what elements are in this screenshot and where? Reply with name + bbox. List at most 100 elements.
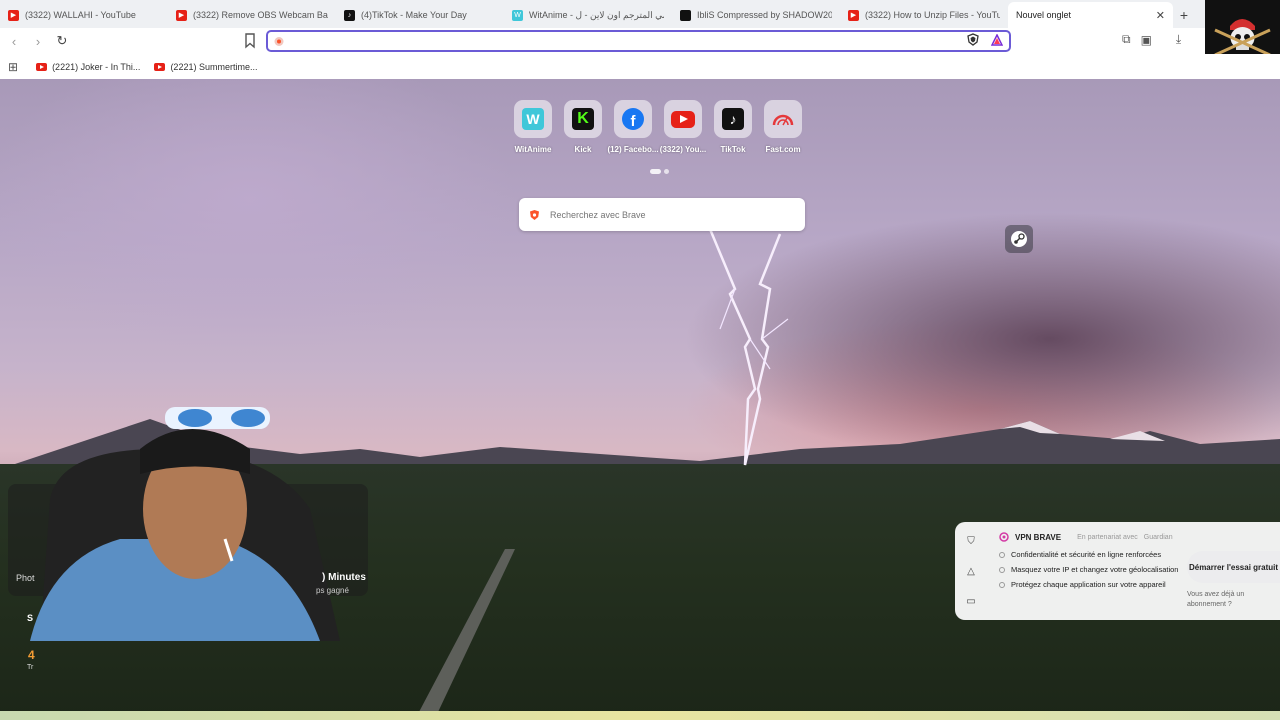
brave-shields-icon[interactable] xyxy=(967,33,979,46)
youtube-icon xyxy=(671,110,695,128)
tile-icon-box: f xyxy=(614,100,652,138)
brave-rewards-icon[interactable] xyxy=(991,33,1003,46)
shield-icon[interactable]: ⛉ xyxy=(967,536,975,547)
tile-icon-box xyxy=(664,100,702,138)
address-bar-actions xyxy=(967,33,1003,46)
kick-icon: K xyxy=(572,108,594,130)
black-square-icon xyxy=(680,9,691,21)
vpn-sidebar: ⛉ △ ▭ xyxy=(955,522,987,620)
top-sites: W WitAnime K Kick f (12) Facebo... (3322… xyxy=(514,100,802,154)
tiktok-icon: ♪ xyxy=(344,9,355,21)
youtube-icon: ▶ xyxy=(848,9,859,21)
youtube-icon: ▶ xyxy=(176,9,187,21)
search-box[interactable] xyxy=(519,198,805,231)
lightning-bolt xyxy=(708,229,789,466)
top-site-youtube[interactable]: (3322) You... xyxy=(660,100,706,154)
vpn-feature-text: Protégez chaque application sur votre ap… xyxy=(1011,580,1166,589)
tab-0[interactable]: ▶ (3322) WALLAHI - YouTube xyxy=(0,2,168,28)
tiktok-icon: ♪ xyxy=(722,108,744,130)
top-sites-pagination[interactable] xyxy=(650,169,669,174)
window-icon[interactable]: ▭ xyxy=(966,596,975,607)
top-site-witanime[interactable]: W WitAnime xyxy=(514,100,552,154)
tile-icon-box: W xyxy=(514,100,552,138)
vpn-promo-card: ⛉ △ ▭ VPN BRAVE En partenariat avec Guar… xyxy=(955,522,1280,620)
extensions-icon[interactable]: ⧉ xyxy=(1122,32,1131,47)
tile-icon-box xyxy=(764,100,802,138)
overlay-text: Phot xyxy=(16,573,35,583)
start-trial-button[interactable]: Démarrer l'essai gratuit xyxy=(1187,551,1280,583)
download-icon[interactable]: ⤓ xyxy=(1176,32,1181,47)
already-subscribed-link[interactable]: Vous avez déjà un abonnement ? xyxy=(1187,590,1267,610)
vpn-features: Confidentialité et sécurité en ligne ren… xyxy=(999,550,1184,590)
reload-icon: ↻ xyxy=(56,33,68,48)
bookmark-item[interactable]: (2221) Summertime... xyxy=(154,62,257,72)
guardian-logo: Guardian xyxy=(1143,533,1173,541)
tab-label: IbliS Compressed by SHADOW2096 xyxy=(697,10,832,20)
back-button[interactable]: ‹ xyxy=(4,31,24,51)
tab-2[interactable]: ♪ (4)TikTok - Make Your Day xyxy=(336,2,504,28)
address-input[interactable] xyxy=(292,35,1009,47)
top-site-facebook[interactable]: f (12) Facebo... xyxy=(607,100,659,154)
youtube-icon xyxy=(154,62,166,71)
bookmark-label: (2221) Summertime... xyxy=(170,61,258,72)
bookmark-icon[interactable] xyxy=(244,33,256,49)
tab-4[interactable]: IbliS Compressed by SHADOW2096 xyxy=(672,2,840,28)
top-site-fastcom[interactable]: Fast.com xyxy=(764,100,802,154)
fastcom-icon xyxy=(772,114,794,126)
bookmark-item[interactable]: (2221) Joker - In Thi... xyxy=(36,62,140,72)
facebook-icon: f xyxy=(622,108,644,130)
steam-button[interactable] xyxy=(1005,225,1033,253)
tab-new-tab[interactable]: Nouvel onglet ✕ xyxy=(1008,2,1173,28)
overlay-value: 4 xyxy=(28,648,35,662)
new-tab-button[interactable]: + xyxy=(1173,2,1195,28)
top-site-tiktok[interactable]: ♪ TikTok xyxy=(714,100,752,154)
top-site-label: Fast.com xyxy=(765,145,801,154)
webcam-person xyxy=(30,407,340,641)
bullet-icon xyxy=(999,552,1005,558)
road-background xyxy=(414,549,515,720)
vpn-title: VPN BRAVE xyxy=(1015,532,1062,542)
vpn-header: VPN BRAVE En partenariat avec Guardian xyxy=(999,532,1173,542)
youtube-icon xyxy=(36,62,48,71)
tab-label: (3322) WALLAHI - YouTube xyxy=(25,10,136,20)
tab-label: WitAnime - الانمي المترجم اون لاين - ل xyxy=(529,9,664,20)
toolbar-actions: ⧉ ▣ ⤓ xyxy=(1122,32,1181,47)
reload-button[interactable]: ↻ xyxy=(52,31,72,51)
tab-label: (3322) How to Unzip Files - YouTube xyxy=(865,10,1000,20)
top-site-kick[interactable]: K Kick xyxy=(564,100,602,154)
toolbar: ‹ › ↻ ⧉ ▣ ⤓ xyxy=(0,28,1205,54)
vpn-icon xyxy=(999,532,1009,542)
brave-lion-icon xyxy=(274,36,284,46)
vpn-feature: Masquez votre IP et changez votre géoloc… xyxy=(999,565,1184,575)
brave-lion-icon xyxy=(530,209,539,220)
vpn-feature-text: Confidentialité et sécurité en ligne ren… xyxy=(1011,550,1162,559)
triangle-icon[interactable]: △ xyxy=(967,566,975,577)
chevron-right-icon: › xyxy=(35,33,41,49)
bookmarks-bar: ⊞ (2221) Joker - In Thi... (2221) Summer… xyxy=(0,54,1280,79)
bullet-icon xyxy=(999,582,1005,588)
bookmark-label: (2221) Joker - In Thi... xyxy=(52,61,141,72)
plus-icon: + xyxy=(1179,7,1189,23)
page-dot-active[interactable] xyxy=(650,169,661,174)
forward-button[interactable]: › xyxy=(28,31,48,51)
page-dot[interactable] xyxy=(664,169,669,174)
tab-label: (4)TikTok - Make Your Day xyxy=(361,10,467,20)
tab-5[interactable]: ▶ (3322) How to Unzip Files - YouTube xyxy=(840,2,1008,28)
address-bar[interactable] xyxy=(266,30,1011,52)
youtube-icon: ▶ xyxy=(8,9,19,21)
tab-label: Nouvel onglet xyxy=(1016,10,1072,20)
tile-icon-box: ♪ xyxy=(714,100,752,138)
vpn-feature: Confidentialité et sécurité en ligne ren… xyxy=(999,550,1184,560)
vpn-feature: Protégez chaque application sur votre ap… xyxy=(999,580,1184,590)
tab-1[interactable]: ▶ (3322) Remove OBS Webcam Backg xyxy=(168,2,336,28)
close-icon[interactable]: ✕ xyxy=(1156,9,1165,22)
chevron-left-icon: ‹ xyxy=(11,33,17,49)
steam-icon xyxy=(1011,231,1027,247)
tab-label: (3322) Remove OBS Webcam Backg xyxy=(193,10,328,20)
sidebar-icon[interactable]: ▣ xyxy=(1141,33,1152,47)
apps-grid-icon[interactable]: ⊞ xyxy=(8,60,18,74)
tab-3[interactable]: W WitAnime - الانمي المترجم اون لاين - ل xyxy=(504,2,672,28)
overlay-minutes: ) Minutes xyxy=(322,572,366,583)
search-input[interactable] xyxy=(550,209,805,220)
overlay-gained: ps gagné xyxy=(316,586,349,595)
